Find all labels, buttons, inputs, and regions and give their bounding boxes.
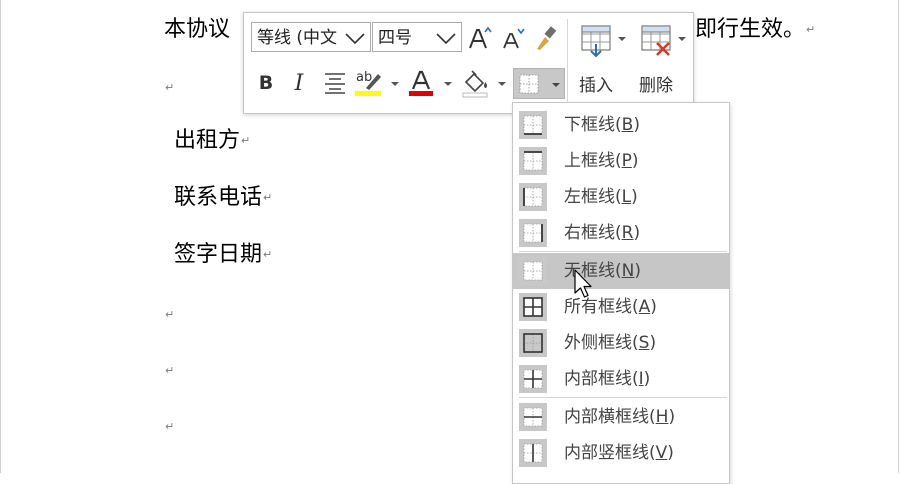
menu-item-inside-vertical-border[interactable]: 内部竖框线(V) [513,435,729,471]
font-name-value: 等线 (中文 [257,28,338,48]
bold-icon: B [258,72,274,94]
paragraph-mark: ↵ [165,308,175,321]
shrink-font-button[interactable] [498,23,528,53]
font-name-combo[interactable]: 等线 (中文 [251,22,371,52]
menu-item-bottom-border[interactable]: 下框线(B) [513,107,729,143]
left-border-icon [523,187,543,207]
delete-label[interactable]: 删除 [639,71,673,96]
sign-date-label[interactable]: 签字日期↵ [174,240,272,270]
menu-item-label: 下框线(B) [564,115,640,135]
inside-borders-icon [523,369,543,389]
menu-item-label: 左框线(L) [564,187,638,207]
svg-text:ab: ab [356,70,372,85]
menu-item-label: 上框线(P) [564,151,639,171]
format-painter-button[interactable] [531,23,561,53]
chevron-down-icon[interactable] [344,30,366,46]
outside-borders-icon [523,333,543,353]
right-border-icon [523,223,543,243]
bottom-border-icon [523,115,543,135]
font-color-icon [409,70,433,96]
menu-item-inside-borders[interactable]: 内部框线(I) [513,361,729,397]
insert-table-icon [581,25,611,58]
paragraph-mark: ↵ [263,191,273,204]
grow-font-button[interactable] [465,23,495,53]
center-align-icon [325,73,345,94]
top-border-icon [523,151,543,171]
page-edge-left [0,0,1,473]
delete-table-button[interactable] [637,21,677,61]
menu-item-label: 内部框线(I) [564,369,651,389]
font-color-button[interactable] [406,68,436,98]
menu-item-top-border[interactable]: 上框线(P) [513,143,729,179]
all-borders-icon [523,297,543,317]
doc-line-end[interactable]: 即行生效。↵ [695,15,815,45]
doc-line-start[interactable]: 本协议 [164,15,230,45]
no-border-icon [523,261,543,281]
dropdown-arrow-icon[interactable] [443,80,453,88]
page-edge-right [898,0,899,473]
no-border-icon [519,74,539,94]
highlighter-icon: ab [355,70,381,96]
shading-button[interactable] [460,68,490,98]
highlight-button[interactable]: ab [354,68,384,98]
dropdown-arrow-icon[interactable] [390,80,400,88]
menu-item-all-borders[interactable]: 所有框线(A) [513,289,729,325]
menu-item-no-border[interactable]: 无框线(N) [513,253,729,289]
dropdown-arrow-icon[interactable] [677,35,687,43]
borders-button[interactable] [513,68,565,99]
inside-vertical-border-icon [523,443,543,463]
menu-item-label: 内部横框线(H) [564,407,676,427]
lessor-label[interactable]: 出租方↵ [174,126,250,156]
menu-item-left-border[interactable]: 左框线(L) [513,179,729,215]
paint-bucket-icon [462,70,488,98]
mini-toolbar: 等线 (中文 四号 B I ab 插入 删除 [243,12,694,114]
font-size-combo[interactable]: 四号 [372,22,462,52]
shrink-font-icon [503,28,525,49]
delete-table-icon [641,25,671,56]
insert-table-button[interactable] [577,21,617,61]
center-align-button[interactable] [320,68,350,98]
inside-horizontal-border-icon [523,407,543,427]
menu-item-label: 右框线(R) [564,223,641,243]
menu-item-label: 外侧框线(S) [564,333,657,353]
bold-button[interactable]: B [251,68,281,98]
paragraph-mark: ↵ [165,364,175,377]
dropdown-arrow-icon[interactable] [551,81,561,89]
menu-item-outside-borders[interactable]: 外侧框线(S) [513,325,729,361]
paragraph-mark: ↵ [165,420,175,433]
menu-item-right-border[interactable]: 右框线(R) [513,215,729,251]
chevron-down-icon[interactable] [435,30,457,46]
font-size-value: 四号 [378,28,412,48]
menu-separator [519,397,727,398]
mouse-pointer-icon [574,269,592,298]
format-painter-icon [537,26,557,50]
menu-item-label: 内部竖框线(V) [564,443,674,463]
italic-icon: I [294,70,304,96]
paragraph-mark: ↵ [241,134,251,147]
italic-button[interactable]: I [284,68,314,98]
grow-font-icon [469,26,492,49]
borders-menu: 下框线(B) 上框线(P) 左框线(L) 右框线(R) 无框线(N) 所有框线(… [512,102,730,484]
paragraph-mark: ↵ [165,81,175,94]
menu-item-inside-horizontal-border[interactable]: 内部横框线(H) [513,399,729,435]
insert-label[interactable]: 插入 [579,71,613,96]
paragraph-mark: ↵ [806,23,816,36]
dropdown-arrow-icon[interactable] [617,35,627,43]
menu-separator [519,251,727,252]
toolbar-separator [567,19,568,107]
paragraph-mark: ↵ [263,248,273,261]
phone-label[interactable]: 联系电话↵ [174,183,272,213]
dropdown-arrow-icon[interactable] [497,80,507,88]
